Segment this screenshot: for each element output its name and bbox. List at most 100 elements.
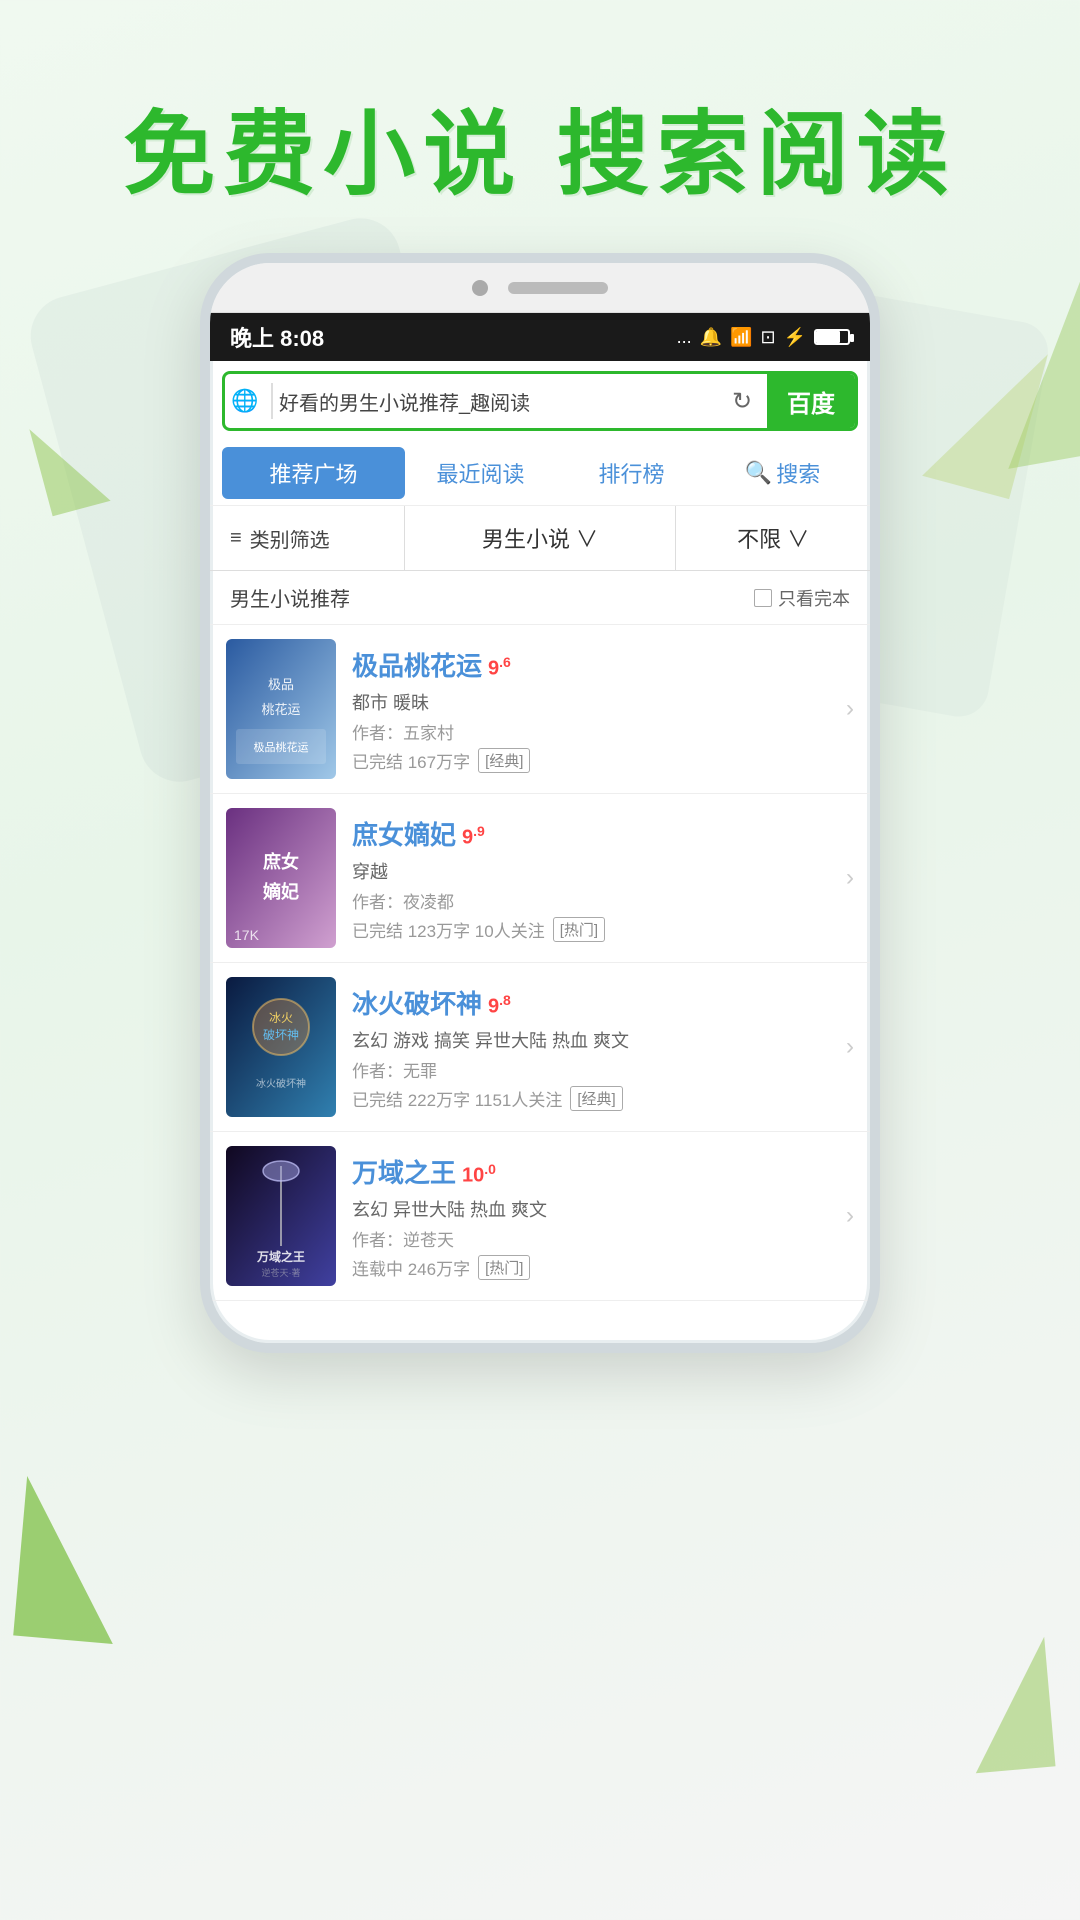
chevron-right-icon: › — [846, 1202, 854, 1230]
book-badge: [热门] — [478, 1255, 530, 1280]
book-badge: [经典] — [570, 1086, 622, 1111]
list-item[interactable]: 极品 桃花运 极品桃花运 极品桃花运 9.6 都市 暖昧 作者：五家村 已完结 … — [210, 625, 870, 794]
svg-text:万域之王: 万域之王 — [256, 1249, 305, 1264]
tab-search[interactable]: 🔍 搜索 — [707, 447, 858, 499]
book-list: 极品 桃花运 极品桃花运 极品桃花运 9.6 都市 暖昧 作者：五家村 已完结 … — [210, 625, 870, 1301]
chevron-right-icon: › — [846, 864, 854, 892]
status-bar: 晚上 8:08 ... 🔔 📶 ⊡ ⚡ — [210, 313, 870, 361]
book-word-count: 已完结 167万字 — [352, 748, 470, 773]
chevron-right-icon: › — [846, 695, 854, 723]
list-item[interactable]: 万域之王 逆苍天·著 万域之王 10.0 玄幻 异世大陆 热血 爽文 作者：逆苍… — [210, 1132, 870, 1301]
book-meta: 已完结 123万字 10人关注 [热门] — [352, 917, 830, 942]
book-author: 作者：无罪 — [352, 1057, 830, 1082]
svg-text:桃花运: 桃花运 — [261, 702, 300, 717]
wifi-icon: 📶 — [730, 327, 752, 348]
list-item[interactable]: 庶女 嫡妃 17K 庶女嫡妃 9.9 穿越 作者：夜凌都 已完结 123万字 1… — [210, 794, 870, 963]
svg-text:破坏神: 破坏神 — [263, 1027, 299, 1042]
book-rating: 9.9 — [462, 823, 485, 850]
globe-icon: 🌐 — [225, 388, 265, 414]
phone-body: 晚上 8:08 ... 🔔 📶 ⊡ ⚡ 🌐 好看的男生小说推荐_趣阅读 ↻ 百度 — [200, 253, 880, 1353]
signal-dots-icon: ... — [677, 327, 692, 348]
book-title: 冰火破坏神 — [352, 984, 482, 1021]
book-rating: 9.8 — [488, 992, 511, 1019]
page-header: 免费小说 搜索阅读 — [0, 0, 1080, 253]
sim-icon: ⊡ — [760, 327, 775, 348]
nav-tab-bar: 推荐广场 最近阅读 排行榜 🔍 搜索 — [210, 441, 870, 506]
book-author: 作者：五家村 — [352, 719, 830, 744]
book-title: 极品桃花运 — [352, 646, 482, 683]
only-complete-checkbox[interactable] — [754, 589, 772, 607]
category-filter-button[interactable]: ≡ 类别筛选 — [210, 506, 405, 570]
svg-text:冰火: 冰火 — [269, 1011, 293, 1025]
phone-top-bezel — [210, 263, 870, 313]
section-header: 男生小说推荐 只看完本 — [210, 571, 870, 625]
tab-recommend-label: 推荐广场 — [269, 457, 357, 489]
svg-text:逆苍天·著: 逆苍天·著 — [262, 1267, 301, 1278]
book-tags: 玄幻 异世大陆 热血 爽文 — [352, 1196, 830, 1222]
book-cover: 极品 桃花运 极品桃花运 — [226, 639, 336, 779]
book-cover: 万域之王 逆苍天·著 — [226, 1146, 336, 1286]
chevron-right-icon: › — [846, 1033, 854, 1061]
front-camera — [472, 280, 488, 296]
book-info: 极品桃花运 9.6 都市 暖昧 作者：五家村 已完结 167万字 [经典] — [352, 646, 830, 773]
tab-recent-read[interactable]: 最近阅读 — [405, 447, 556, 499]
svg-text:冰火破坏神: 冰火破坏神 — [256, 1077, 306, 1090]
status-time: 晚上 8:08 — [230, 321, 324, 353]
tab-rankings[interactable]: 排行榜 — [556, 447, 707, 499]
book-title-row: 冰火破坏神 9.8 — [352, 984, 830, 1021]
page-title: 免费小说 搜索阅读 — [0, 80, 1080, 213]
limit-filter-button[interactable]: 不限 ∨ — [676, 506, 870, 570]
category-filter-label: 类别筛选 — [250, 524, 330, 553]
tab-recent-label: 最近阅读 — [436, 457, 524, 489]
book-tags: 玄幻 游戏 搞笑 异世大陆 热血 爽文 — [352, 1027, 830, 1053]
book-badge: [经典] — [478, 748, 530, 773]
book-rating: 9.6 — [488, 654, 511, 681]
book-meta: 已完结 167万字 [经典] — [352, 748, 830, 773]
book-word-count: 已完结 123万字 10人关注 — [352, 917, 545, 942]
book-title-row: 极品桃花运 9.6 — [352, 646, 830, 683]
list-item[interactable]: 冰火 破坏神 冰火破坏神 冰火破坏神 9.8 玄幻 游戏 搞笑 异世大陆 热血 … — [210, 963, 870, 1132]
search-query[interactable]: 好看的男生小说推荐_趣阅读 — [279, 387, 717, 416]
phone-speaker — [508, 282, 608, 294]
phone-mockup: 晚上 8:08 ... 🔔 📶 ⊡ ⚡ 🌐 好看的男生小说推荐_趣阅读 ↻ 百度 — [0, 253, 1080, 1353]
book-info: 万域之王 10.0 玄幻 异世大陆 热血 爽文 作者：逆苍天 连载中 246万字… — [352, 1153, 830, 1280]
book-meta: 已完结 222万字 1151人关注 [经典] — [352, 1086, 830, 1111]
type-filter-button[interactable]: 男生小说 ∨ — [405, 506, 677, 570]
filter-icon: ≡ — [230, 527, 242, 550]
book-badge: [热门] — [553, 917, 605, 942]
book-author: 作者：夜凌都 — [352, 888, 830, 913]
book-meta: 连载中 246万字 [热门] — [352, 1255, 830, 1280]
book-info: 冰火破坏神 9.8 玄幻 游戏 搞笑 异世大陆 热血 爽文 作者：无罪 已完结 … — [352, 984, 830, 1111]
refresh-icon[interactable]: ↻ — [717, 387, 767, 416]
book-cover: 冰火 破坏神 冰火破坏神 — [226, 977, 336, 1117]
book-cover: 庶女 嫡妃 17K — [226, 808, 336, 948]
book-rating: 10.0 — [462, 1161, 496, 1188]
book-word-count: 连载中 246万字 — [352, 1255, 470, 1280]
status-icons: ... 🔔 📶 ⊡ ⚡ — [677, 327, 850, 348]
battery-icon — [814, 329, 850, 345]
svg-text:极品桃花运: 极品桃花运 — [254, 740, 309, 754]
search-bar[interactable]: 🌐 好看的男生小说推荐_趣阅读 ↻ 百度 — [222, 371, 858, 431]
svg-text:极品: 极品 — [268, 677, 294, 692]
tab-rankings-label: 排行榜 — [598, 457, 664, 489]
tab-recommend-plaza[interactable]: 推荐广场 — [222, 447, 405, 499]
baidu-search-button[interactable]: 百度 — [767, 374, 855, 428]
book-tags: 都市 暖昧 — [352, 689, 830, 715]
bell-icon: 🔔 — [700, 327, 722, 348]
book-title-row: 万域之王 10.0 — [352, 1153, 830, 1190]
book-info: 庶女嫡妃 9.9 穿越 作者：夜凌都 已完结 123万字 10人关注 [热门] — [352, 815, 830, 942]
svg-text:庶女: 庶女 — [263, 851, 299, 872]
bg-triangle-3 — [13, 1476, 127, 1644]
svg-text:17K: 17K — [234, 927, 260, 943]
book-tags: 穿越 — [352, 858, 830, 884]
book-title-row: 庶女嫡妃 9.9 — [352, 815, 830, 852]
search-tab-icon: 🔍 — [745, 460, 772, 486]
only-complete-filter[interactable]: 只看完本 — [754, 585, 850, 611]
search-divider — [271, 383, 273, 419]
tab-search-label: 搜索 — [776, 457, 820, 489]
section-title: 男生小说推荐 — [230, 583, 350, 612]
book-author: 作者：逆苍天 — [352, 1226, 830, 1251]
book-title: 万域之王 — [352, 1153, 456, 1190]
lightning-icon: ⚡ — [784, 327, 806, 348]
book-word-count: 已完结 222万字 1151人关注 — [352, 1086, 562, 1111]
